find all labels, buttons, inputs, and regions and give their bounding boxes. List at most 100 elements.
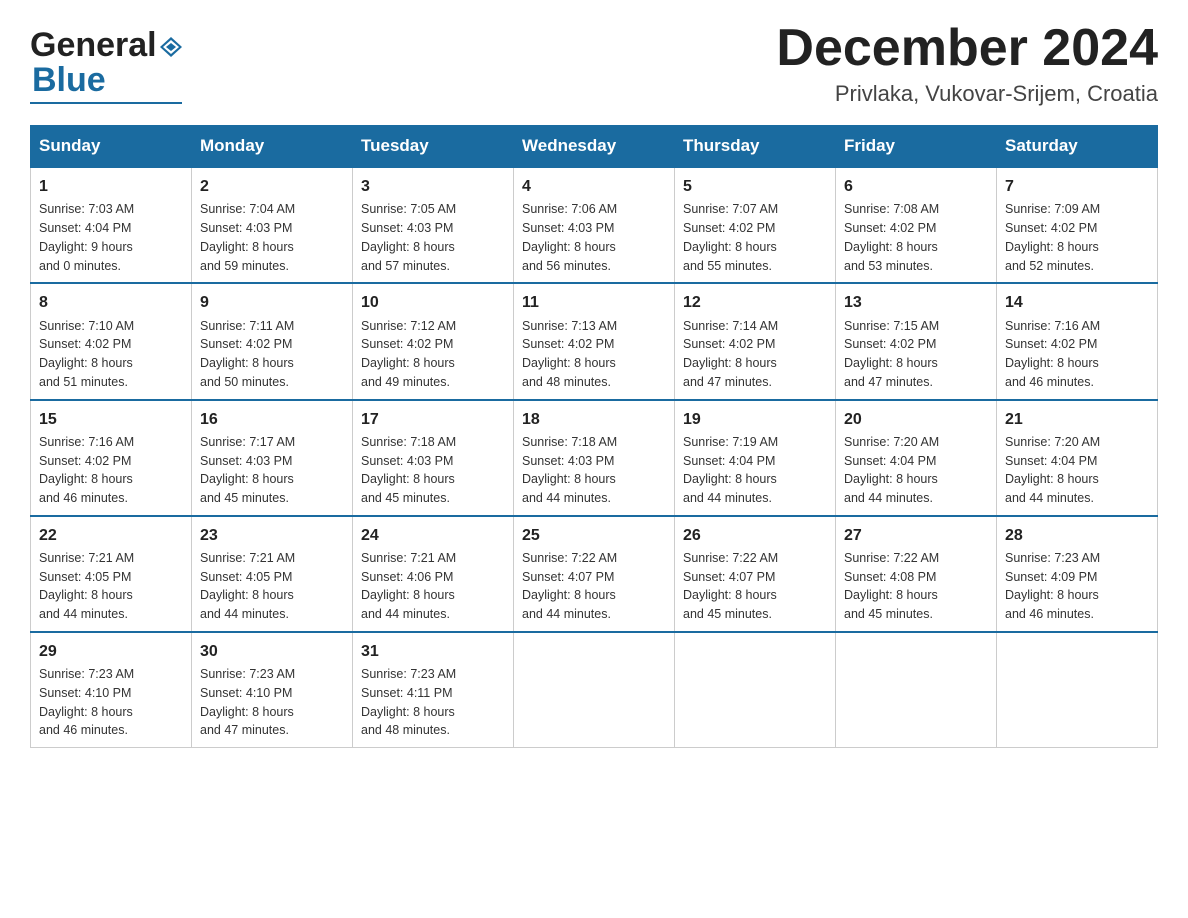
day-info: Sunrise: 7:16 AM Sunset: 4:02 PM Dayligh… — [1005, 317, 1149, 392]
week-row-5: 29Sunrise: 7:23 AM Sunset: 4:10 PM Dayli… — [31, 632, 1158, 748]
day-cell — [836, 632, 997, 748]
day-cell — [997, 632, 1158, 748]
day-cell: 19Sunrise: 7:19 AM Sunset: 4:04 PM Dayli… — [675, 400, 836, 516]
day-number: 21 — [1005, 408, 1149, 431]
day-cell: 27Sunrise: 7:22 AM Sunset: 4:08 PM Dayli… — [836, 516, 997, 632]
day-info: Sunrise: 7:15 AM Sunset: 4:02 PM Dayligh… — [844, 317, 988, 392]
day-info: Sunrise: 7:23 AM Sunset: 4:09 PM Dayligh… — [1005, 549, 1149, 624]
day-info: Sunrise: 7:21 AM Sunset: 4:05 PM Dayligh… — [39, 549, 183, 624]
day-cell: 30Sunrise: 7:23 AM Sunset: 4:10 PM Dayli… — [192, 632, 353, 748]
day-number: 18 — [522, 408, 666, 431]
day-info: Sunrise: 7:18 AM Sunset: 4:03 PM Dayligh… — [522, 433, 666, 508]
day-cell — [514, 632, 675, 748]
logo-underline — [30, 102, 182, 104]
day-number: 22 — [39, 524, 183, 547]
location-subtitle: Privlaka, Vukovar-Srijem, Croatia — [776, 81, 1158, 107]
day-cell: 13 Sunrise: 7:15 AM Sunset: 4:02 PM Dayli… — [836, 283, 997, 399]
month-title: December 2024 — [776, 20, 1158, 77]
day-number: 20 — [844, 408, 988, 431]
logo-blue-row: Blue — [30, 61, 106, 100]
day-info: Sunrise: 7:06 AM Sunset: 4:03 PM Dayligh… — [522, 200, 666, 275]
day-cell: 9Sunrise: 7:11 AM Sunset: 4:02 PM Daylig… — [192, 283, 353, 399]
day-info: Sunrise: 7:12 AM Sunset: 4:02 PM Dayligh… — [361, 317, 505, 392]
day-cell: 16Sunrise: 7:17 AM Sunset: 4:03 PM Dayli… — [192, 400, 353, 516]
header-cell-thursday: Thursday — [675, 126, 836, 168]
day-number: 12 — [683, 291, 827, 314]
day-number: 13 — [844, 291, 988, 314]
day-number: 27 — [844, 524, 988, 547]
day-number: 4 — [522, 175, 666, 198]
day-cell: 23Sunrise: 7:21 AM Sunset: 4:05 PM Dayli… — [192, 516, 353, 632]
day-info: Sunrise: 7:03 AM Sunset: 4:04 PM Dayligh… — [39, 200, 183, 275]
day-number: 25 — [522, 524, 666, 547]
page-header: General Blue December 2024 Privlaka, Vuk… — [30, 20, 1158, 107]
week-row-1: 1Sunrise: 7:03 AM Sunset: 4:04 PM Daylig… — [31, 167, 1158, 283]
day-info: Sunrise: 7:23 AM Sunset: 4:10 PM Dayligh… — [200, 665, 344, 740]
day-number: 5 — [683, 175, 827, 198]
day-cell: 21Sunrise: 7:20 AM Sunset: 4:04 PM Dayli… — [997, 400, 1158, 516]
header-cell-monday: Monday — [192, 126, 353, 168]
day-number: 29 — [39, 640, 183, 663]
day-number: 30 — [200, 640, 344, 663]
day-number: 1 — [39, 175, 183, 198]
day-number: 15 — [39, 408, 183, 431]
day-info: Sunrise: 7:19 AM Sunset: 4:04 PM Dayligh… — [683, 433, 827, 508]
day-info: Sunrise: 7:22 AM Sunset: 4:08 PM Dayligh… — [844, 549, 988, 624]
day-info: Sunrise: 7:14 AM Sunset: 4:02 PM Dayligh… — [683, 317, 827, 392]
header-cell-wednesday: Wednesday — [514, 126, 675, 168]
day-info: Sunrise: 7:08 AM Sunset: 4:02 PM Dayligh… — [844, 200, 988, 275]
day-info: Sunrise: 7:16 AM Sunset: 4:02 PM Dayligh… — [39, 433, 183, 508]
day-info: Sunrise: 7:05 AM Sunset: 4:03 PM Dayligh… — [361, 200, 505, 275]
day-number: 24 — [361, 524, 505, 547]
header-row: SundayMondayTuesdayWednesdayThursdayFrid… — [31, 126, 1158, 168]
day-info: Sunrise: 7:18 AM Sunset: 4:03 PM Dayligh… — [361, 433, 505, 508]
day-cell: 29Sunrise: 7:23 AM Sunset: 4:10 PM Dayli… — [31, 632, 192, 748]
calendar-header: SundayMondayTuesdayWednesdayThursdayFrid… — [31, 126, 1158, 168]
day-cell: 8 Sunrise: 7:10 AM Sunset: 4:02 PM Daylig… — [31, 283, 192, 399]
day-cell: 17Sunrise: 7:18 AM Sunset: 4:03 PM Dayli… — [353, 400, 514, 516]
day-number: 3 — [361, 175, 505, 198]
day-number: 8 — [39, 291, 183, 314]
day-number: 10 — [361, 291, 505, 314]
day-cell: 6Sunrise: 7:08 AM Sunset: 4:02 PM Daylig… — [836, 167, 997, 283]
day-number: 26 — [683, 524, 827, 547]
day-number: 31 — [361, 640, 505, 663]
logo-blue-text: Blue — [32, 61, 106, 100]
day-info: Sunrise: 7:10 AM Sunset: 4:02 PM Dayligh… — [39, 317, 183, 392]
day-number: 11 — [522, 291, 666, 314]
day-info: Sunrise: 7:23 AM Sunset: 4:10 PM Dayligh… — [39, 665, 183, 740]
day-cell: 2Sunrise: 7:04 AM Sunset: 4:03 PM Daylig… — [192, 167, 353, 283]
day-info: Sunrise: 7:13 AM Sunset: 4:02 PM Dayligh… — [522, 317, 666, 392]
day-number: 19 — [683, 408, 827, 431]
logo-general-text: General — [30, 26, 157, 65]
day-info: Sunrise: 7:23 AM Sunset: 4:11 PM Dayligh… — [361, 665, 505, 740]
header-cell-tuesday: Tuesday — [353, 126, 514, 168]
week-row-3: 15Sunrise: 7:16 AM Sunset: 4:02 PM Dayli… — [31, 400, 1158, 516]
logo-flag-icon — [160, 37, 182, 57]
logo: General Blue — [30, 20, 182, 104]
day-number: 7 — [1005, 175, 1149, 198]
day-cell: 10 Sunrise: 7:12 AM Sunset: 4:02 PM Dayli… — [353, 283, 514, 399]
day-cell: 26Sunrise: 7:22 AM Sunset: 4:07 PM Dayli… — [675, 516, 836, 632]
day-cell: 7Sunrise: 7:09 AM Sunset: 4:02 PM Daylig… — [997, 167, 1158, 283]
header-cell-friday: Friday — [836, 126, 997, 168]
day-info: Sunrise: 7:09 AM Sunset: 4:02 PM Dayligh… — [1005, 200, 1149, 275]
day-cell: 14 Sunrise: 7:16 AM Sunset: 4:02 PM Dayli… — [997, 283, 1158, 399]
day-number: 28 — [1005, 524, 1149, 547]
day-cell: 12 Sunrise: 7:14 AM Sunset: 4:02 PM Dayli… — [675, 283, 836, 399]
day-cell: 31Sunrise: 7:23 AM Sunset: 4:11 PM Dayli… — [353, 632, 514, 748]
day-info: Sunrise: 7:22 AM Sunset: 4:07 PM Dayligh… — [683, 549, 827, 624]
week-row-2: 8 Sunrise: 7:10 AM Sunset: 4:02 PM Daylig… — [31, 283, 1158, 399]
day-number: 9 — [200, 291, 344, 314]
day-cell: 4Sunrise: 7:06 AM Sunset: 4:03 PM Daylig… — [514, 167, 675, 283]
day-cell: 22Sunrise: 7:21 AM Sunset: 4:05 PM Dayli… — [31, 516, 192, 632]
day-cell: 18Sunrise: 7:18 AM Sunset: 4:03 PM Dayli… — [514, 400, 675, 516]
day-number: 14 — [1005, 291, 1149, 314]
day-cell: 15Sunrise: 7:16 AM Sunset: 4:02 PM Dayli… — [31, 400, 192, 516]
calendar-body: 1Sunrise: 7:03 AM Sunset: 4:04 PM Daylig… — [31, 167, 1158, 747]
day-cell — [675, 632, 836, 748]
day-info: Sunrise: 7:21 AM Sunset: 4:06 PM Dayligh… — [361, 549, 505, 624]
day-number: 2 — [200, 175, 344, 198]
header-cell-sunday: Sunday — [31, 126, 192, 168]
day-number: 23 — [200, 524, 344, 547]
